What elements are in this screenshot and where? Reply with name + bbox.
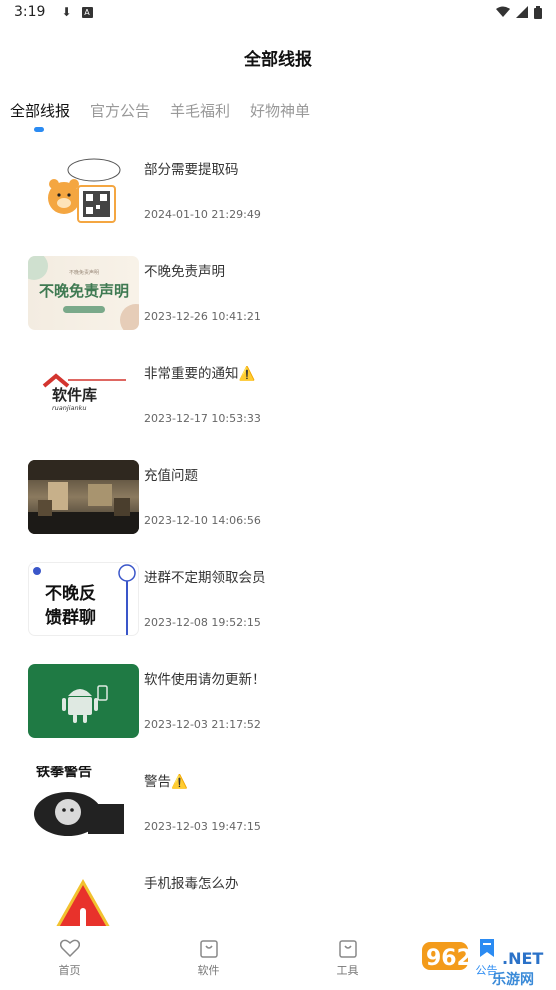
svg-text:铁拳警告: 铁拳警告 xyxy=(36,766,92,780)
software-library-logo: 软件库 ruanjianku xyxy=(42,373,126,412)
bag-icon xyxy=(338,938,358,958)
news-thumbnail: 软件库 ruanjianku xyxy=(28,358,139,432)
download-icon: ⬇ xyxy=(61,5,72,19)
tab-welfare[interactable]: 羊毛福利 xyxy=(170,96,230,136)
news-thumbnail xyxy=(28,868,139,926)
svg-text:馈群聊: 馈群聊 xyxy=(45,607,96,628)
list-item[interactable]: 铁拳警告 警告⚠️ 2023-12-03 19:47:15 xyxy=(0,758,556,860)
list-item[interactable]: 手机报毒怎么办 xyxy=(0,860,556,926)
list-item[interactable]: 不晚免责声明 不晚免责声明 不晚免责声明 2023-12-26 10:41:21 xyxy=(0,248,556,350)
news-title: 非常重要的通知⚠️ xyxy=(144,366,256,382)
list-item[interactable]: 充值问题 2023-12-10 14:06:56 xyxy=(0,452,556,554)
news-date: 2024-01-10 21:29:49 xyxy=(144,208,261,221)
news-thumbnail xyxy=(28,460,139,534)
signal-icon xyxy=(516,6,528,18)
svg-text:不晚反: 不晚反 xyxy=(45,583,96,604)
android-icon xyxy=(62,685,108,723)
watermark-number: 962 xyxy=(426,946,472,971)
cafe-photo xyxy=(28,460,139,534)
wifi-icon xyxy=(496,6,510,17)
news-title: 充值问题 xyxy=(144,468,198,484)
watermark-cn: 乐游网 xyxy=(492,971,534,988)
nav-label: 软件 xyxy=(197,964,220,977)
news-title: 不晚免责声明 xyxy=(144,264,225,280)
disclaimer-image: 不晚免责声明 不晚免责声明 xyxy=(28,256,139,330)
news-thumbnail xyxy=(28,664,139,738)
site-watermark: 962 .NET 乐游网 xyxy=(422,938,552,988)
font-icon: A xyxy=(81,6,93,18)
svg-text:不晚免责声明: 不晚免责声明 xyxy=(39,282,129,300)
news-date: 2023-12-17 10:53:33 xyxy=(144,412,261,425)
battery-icon xyxy=(534,5,542,19)
news-thumbnail: 不晚反 馈群聊 xyxy=(28,562,139,636)
bag-icon xyxy=(199,938,219,958)
status-right xyxy=(496,5,542,19)
tab-bar: 全部线报 官方公告 羊毛福利 好物神单 xyxy=(0,96,330,136)
nav-label: 工具 xyxy=(336,964,359,977)
status-bar: 3:19 ⬇ A xyxy=(0,0,556,24)
list-item[interactable]: 部分需要提取码 2024-01-10 21:29:49 xyxy=(0,146,556,248)
news-date: 2023-12-26 10:41:21 xyxy=(144,310,261,323)
news-thumbnail xyxy=(28,154,139,228)
status-time: 3:19 xyxy=(14,4,46,20)
warning-meme-image: 铁拳警告 xyxy=(34,766,124,836)
heart-icon xyxy=(59,938,80,958)
nav-tools[interactable]: 工具 xyxy=(278,930,417,990)
news-title: 进群不定期领取会员 xyxy=(144,570,266,586)
warning-triangle-icon xyxy=(56,878,110,926)
news-date: 2023-12-03 19:47:15 xyxy=(144,820,261,833)
news-date: 2023-12-03 21:17:52 xyxy=(144,718,261,731)
nav-label: 首页 xyxy=(58,964,81,977)
tab-goods[interactable]: 好物神单 xyxy=(250,96,310,136)
news-list: 部分需要提取码 2024-01-10 21:29:49 不晚免责声明 不晚免责声… xyxy=(0,146,556,926)
watermark-suffix: .NET xyxy=(502,949,543,968)
news-title: 部分需要提取码 xyxy=(144,162,239,178)
page-title: 全部线报 xyxy=(244,50,312,70)
list-item[interactable]: 软件库 ruanjianku 非常重要的通知⚠️ 2023-12-17 10:5… xyxy=(0,350,556,452)
news-date: 2023-12-08 19:52:15 xyxy=(144,616,261,629)
news-title: 软件使用请勿更新！ xyxy=(144,672,266,688)
svg-text:软件库: 软件库 xyxy=(52,386,97,404)
feedback-group-image: 不晚反 馈群聊 xyxy=(33,564,136,635)
list-item[interactable]: 不晚反 馈群聊 进群不定期领取会员 2023-12-08 19:52:15 xyxy=(0,554,556,656)
tab-indicator xyxy=(34,127,44,132)
nav-software[interactable]: 软件 xyxy=(139,930,278,990)
news-date: 2023-12-10 14:06:56 xyxy=(144,514,261,527)
nav-home[interactable]: 首页 xyxy=(0,930,139,990)
svg-text:ruanjianku: ruanjianku xyxy=(52,404,87,412)
news-title: 手机报毒怎么办 xyxy=(144,876,239,892)
list-item[interactable]: 软件使用请勿更新！ 2023-12-03 21:17:52 xyxy=(0,656,556,758)
news-thumbnail: 不晚免责声明 不晚免责声明 xyxy=(28,256,139,330)
news-title: 警告⚠️ xyxy=(144,774,188,790)
app-header: 全部线报 xyxy=(0,40,556,80)
tab-official[interactable]: 官方公告 xyxy=(90,96,150,136)
bear-qr-image xyxy=(48,158,121,223)
news-thumbnail: 铁拳警告 xyxy=(28,766,139,840)
svg-text:不晚免责声明: 不晚免责声明 xyxy=(69,269,99,276)
